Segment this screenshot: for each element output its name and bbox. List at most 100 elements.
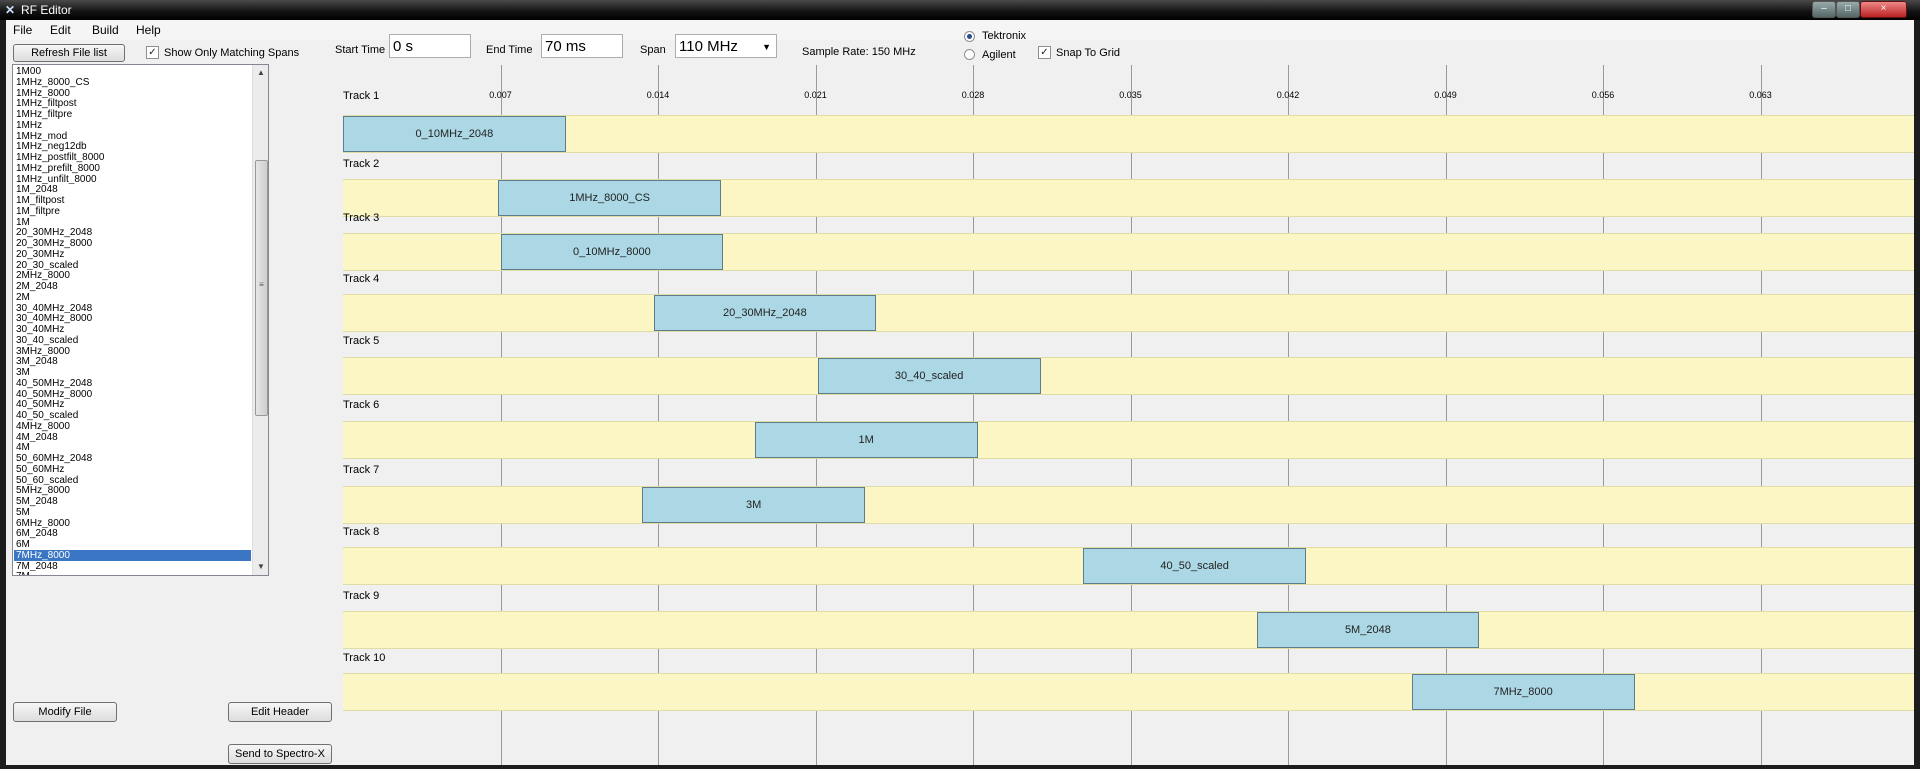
file-list-item[interactable]: 40_50_scaled — [14, 410, 251, 421]
track-lane[interactable]: 5M_2048 — [343, 611, 1914, 649]
file-list-item[interactable]: 5M_2048 — [14, 496, 251, 507]
file-list-item[interactable]: 7MHz_8000 — [14, 549, 251, 561]
file-list-item[interactable]: 1MHz_postfilt_8000 — [14, 152, 251, 163]
file-list-item[interactable]: 3MHz_8000 — [14, 346, 251, 357]
menu-help[interactable]: Help — [136, 23, 161, 37]
track-clip[interactable]: 7MHz_8000 — [1411, 674, 1635, 710]
file-list-item[interactable]: 20_30MHz_8000 — [14, 238, 251, 249]
refresh-file-list-button[interactable]: Refresh File list — [13, 44, 125, 62]
file-list-item[interactable]: 7M_2048 — [14, 561, 251, 572]
file-list-item[interactable]: 6M_2048 — [14, 528, 251, 539]
file-list-item[interactable]: 20_30MHz_2048 — [14, 227, 251, 238]
file-list-item[interactable]: 50_60_scaled — [14, 475, 251, 486]
track-lane[interactable]: 0_10MHz_8000 — [343, 233, 1914, 271]
end-time-input[interactable]: 70 ms — [541, 34, 623, 58]
track-clip[interactable]: 20_30MHz_2048 — [653, 295, 877, 331]
file-list-item[interactable]: 4MHz_8000 — [14, 421, 251, 432]
file-list-item[interactable]: 1M — [14, 217, 251, 228]
track-clip[interactable]: 5M_2048 — [1256, 612, 1480, 648]
track-label: Track 8 — [343, 526, 380, 538]
file-list-item[interactable]: 3M_2048 — [14, 356, 251, 367]
end-time-label: End Time — [486, 44, 533, 56]
agilent-radio[interactable] — [964, 49, 975, 60]
track-clip[interactable]: 1M — [754, 422, 978, 458]
track-clip[interactable]: 0_10MHz_8000 — [500, 234, 724, 270]
file-list-item[interactable]: 30_40MHz_8000 — [14, 313, 251, 324]
edit-header-button[interactable]: Edit Header — [228, 702, 332, 722]
menu-file[interactable]: File — [13, 23, 32, 37]
file-list-item[interactable]: 40_50MHz_2048 — [14, 378, 251, 389]
file-list-item[interactable]: 1MHz_filtpost — [14, 98, 251, 109]
file-listbox[interactable]: 1M00 1MHz_8000_CS 1MHz_8000 1MHz_filtpost 1M… — [12, 64, 269, 576]
file-list-item[interactable]: 30_40_scaled — [14, 335, 251, 346]
file-list-item[interactable]: 1MHz_8000_CS — [14, 77, 251, 88]
close-button[interactable]: × — [1860, 1, 1907, 18]
file-list-item[interactable]: 4M — [14, 442, 251, 453]
file-list-item[interactable]: 1MHz — [14, 120, 251, 131]
minimize-button[interactable]: – — [1812, 1, 1836, 18]
file-list-item[interactable]: 1MHz_mod — [14, 131, 251, 142]
start-time-label: Start Time — [335, 44, 386, 56]
file-list-item[interactable]: 4M_2048 — [14, 432, 251, 443]
menu-edit[interactable]: Edit — [50, 23, 71, 37]
file-list-item[interactable]: 1M_filtpost — [14, 195, 251, 206]
scroll-up-icon[interactable]: ▲ — [253, 65, 268, 81]
track-lane[interactable]: 0_10MHz_2048 — [343, 115, 1914, 153]
send-to-spectro-x-button[interactable]: Send to Spectro-X — [228, 744, 332, 764]
file-list-item[interactable]: 50_60MHz_2048 — [14, 453, 251, 464]
scroll-down-icon[interactable]: ▼ — [253, 559, 268, 575]
maximize-button[interactable]: □ — [1836, 1, 1860, 18]
file-list-item[interactable]: 20_30MHz — [14, 249, 251, 260]
track-clip[interactable]: 1MHz_8000_CS — [498, 180, 721, 216]
file-list-item[interactable]: 30_40MHz_2048 — [14, 303, 251, 314]
file-list-item[interactable]: 40_50MHz_8000 — [14, 389, 251, 400]
file-list-item[interactable]: 1M_filtpre — [14, 206, 251, 217]
track-clip[interactable]: 3M — [642, 487, 865, 523]
modify-file-button[interactable]: Modify File — [13, 702, 117, 722]
grid-line — [1288, 65, 1289, 765]
track-lane[interactable]: 1MHz_8000_CS — [343, 179, 1914, 217]
file-list-scrollbar[interactable]: ▲ ≡ ▼ — [252, 65, 268, 575]
file-list-item[interactable]: 20_30_scaled — [14, 260, 251, 271]
file-list-item[interactable]: 5MHz_8000 — [14, 485, 251, 496]
file-list-item[interactable]: 1MHz_unfilt_8000 — [14, 174, 251, 185]
scrollbar-thumb[interactable]: ≡ — [255, 160, 268, 416]
file-list-item[interactable]: 1MHz_8000 — [14, 88, 251, 99]
file-list-item[interactable]: 1MHz_filtpre — [14, 109, 251, 120]
file-items: 1M00 1MHz_8000_CS 1MHz_8000 1MHz_filtpost 1M… — [14, 66, 251, 575]
track-lane[interactable]: 7MHz_8000 — [343, 673, 1914, 711]
file-list-item[interactable]: 2M — [14, 292, 251, 303]
track-clip[interactable]: 30_40_scaled — [817, 358, 1041, 394]
file-list-item[interactable]: 6M — [14, 539, 251, 550]
file-list-item[interactable]: 5M — [14, 507, 251, 518]
file-list-item[interactable]: 30_40MHz — [14, 324, 251, 335]
track-lane[interactable]: 30_40_scaled — [343, 357, 1914, 395]
file-list-item[interactable]: 1MHz_prefilt_8000 — [14, 163, 251, 174]
file-list-item[interactable]: 6MHz_8000 — [14, 518, 251, 529]
tektronix-label: Tektronix — [982, 30, 1027, 42]
file-list-item[interactable]: 40_50MHz — [14, 399, 251, 410]
file-list-item[interactable]: 1MHz_neg12db — [14, 141, 251, 152]
track-lane[interactable]: 1M — [343, 421, 1914, 459]
tektronix-radio[interactable] — [964, 31, 975, 42]
track-clip[interactable]: 0_10MHz_2048 — [343, 116, 566, 152]
file-list-item[interactable]: 1M_2048 — [14, 184, 251, 195]
snap-to-grid-checkbox[interactable]: ✓ — [1038, 46, 1051, 59]
file-list-item[interactable]: 7M — [14, 571, 251, 575]
menu-build[interactable]: Build — [92, 23, 119, 37]
file-list-item[interactable]: 3M — [14, 367, 251, 378]
track-lane[interactable]: 3M — [343, 486, 1914, 524]
file-list-item[interactable]: 2MHz_8000 — [14, 270, 251, 281]
track-clip[interactable]: 40_50_scaled — [1083, 548, 1306, 584]
grid-line — [500, 65, 502, 765]
window-title: RF Editor — [21, 3, 72, 17]
file-list-item[interactable]: 1M00 — [14, 66, 251, 77]
show-matching-checkbox[interactable]: ✓ — [146, 46, 159, 59]
file-list-item[interactable]: 50_60MHz — [14, 464, 251, 475]
track-lane[interactable]: 40_50_scaled — [343, 547, 1914, 585]
span-select[interactable]: 110 MHz ▼ — [675, 34, 777, 58]
agilent-label: Agilent — [982, 49, 1016, 61]
start-time-input[interactable]: 0 s — [389, 34, 471, 58]
file-list-item[interactable]: 2M_2048 — [14, 281, 251, 292]
track-lane[interactable]: 20_30MHz_2048 — [343, 294, 1914, 332]
